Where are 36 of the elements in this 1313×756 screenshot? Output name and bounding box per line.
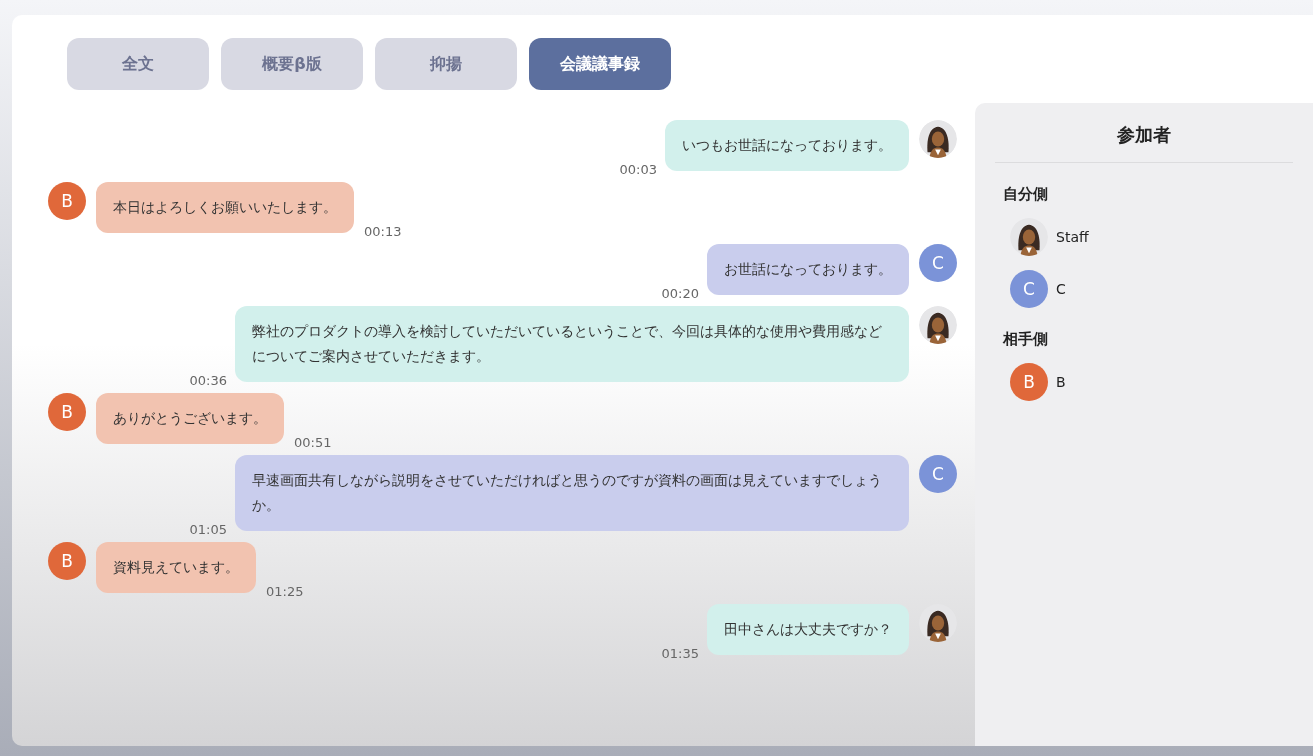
letter-avatar: C: [919, 455, 957, 493]
message-bubble: いつもお世話になっております。: [665, 120, 909, 171]
message-bubble: ありがとうございます。: [96, 393, 284, 444]
tab[interactable]: 概要β版: [221, 38, 363, 90]
letter-avatar: B: [1010, 363, 1048, 401]
letter-avatar: B: [48, 542, 86, 580]
tab[interactable]: 抑揚: [375, 38, 517, 90]
person-avatar-icon: [1010, 218, 1048, 256]
participant-name: B: [1056, 374, 1066, 390]
timestamp: 01:25: [266, 584, 304, 599]
panel-title: 参加者: [1116, 123, 1172, 147]
message-bubble: 田中さんは大丈夫ですか？: [707, 604, 909, 655]
person-avatar-icon: [919, 120, 957, 158]
participant-name: Staff: [1056, 229, 1089, 245]
timestamp: 01:05: [189, 522, 227, 537]
timestamp: 00:20: [661, 286, 699, 301]
group-heading: 自分側: [1003, 185, 1049, 204]
timestamp: 00:36: [189, 373, 227, 388]
tab[interactable]: 会議議事録: [529, 38, 671, 90]
message-bubble: 資料見えています。: [96, 542, 256, 593]
tab[interactable]: 全文: [67, 38, 209, 90]
group-heading: 相手側: [1003, 330, 1049, 349]
timestamp: 01:35: [661, 646, 699, 661]
message-bubble: 弊社のプロダクトの導入を検討していただいているということで、今回は具体的な使用や費用感などについてご案内させていただきます。: [235, 306, 909, 382]
message-bubble: お世話になっております。: [707, 244, 909, 295]
letter-avatar: B: [48, 182, 86, 220]
timestamp: 00:51: [294, 435, 332, 450]
letter-avatar: C: [1010, 270, 1048, 308]
participant-name: C: [1056, 281, 1066, 297]
timestamp: 00:03: [619, 162, 657, 177]
letter-avatar: C: [919, 244, 957, 282]
letter-avatar: B: [48, 393, 86, 431]
person-avatar-icon: [919, 306, 957, 344]
timestamp: 00:13: [364, 224, 402, 239]
message-bubble: 早速画面共有しながら説明をさせていただければと思うのですが資料の画面は見えていますでしょうか。: [235, 455, 909, 531]
message-bubble: 本日はよろしくお願いいたします。: [96, 182, 354, 233]
